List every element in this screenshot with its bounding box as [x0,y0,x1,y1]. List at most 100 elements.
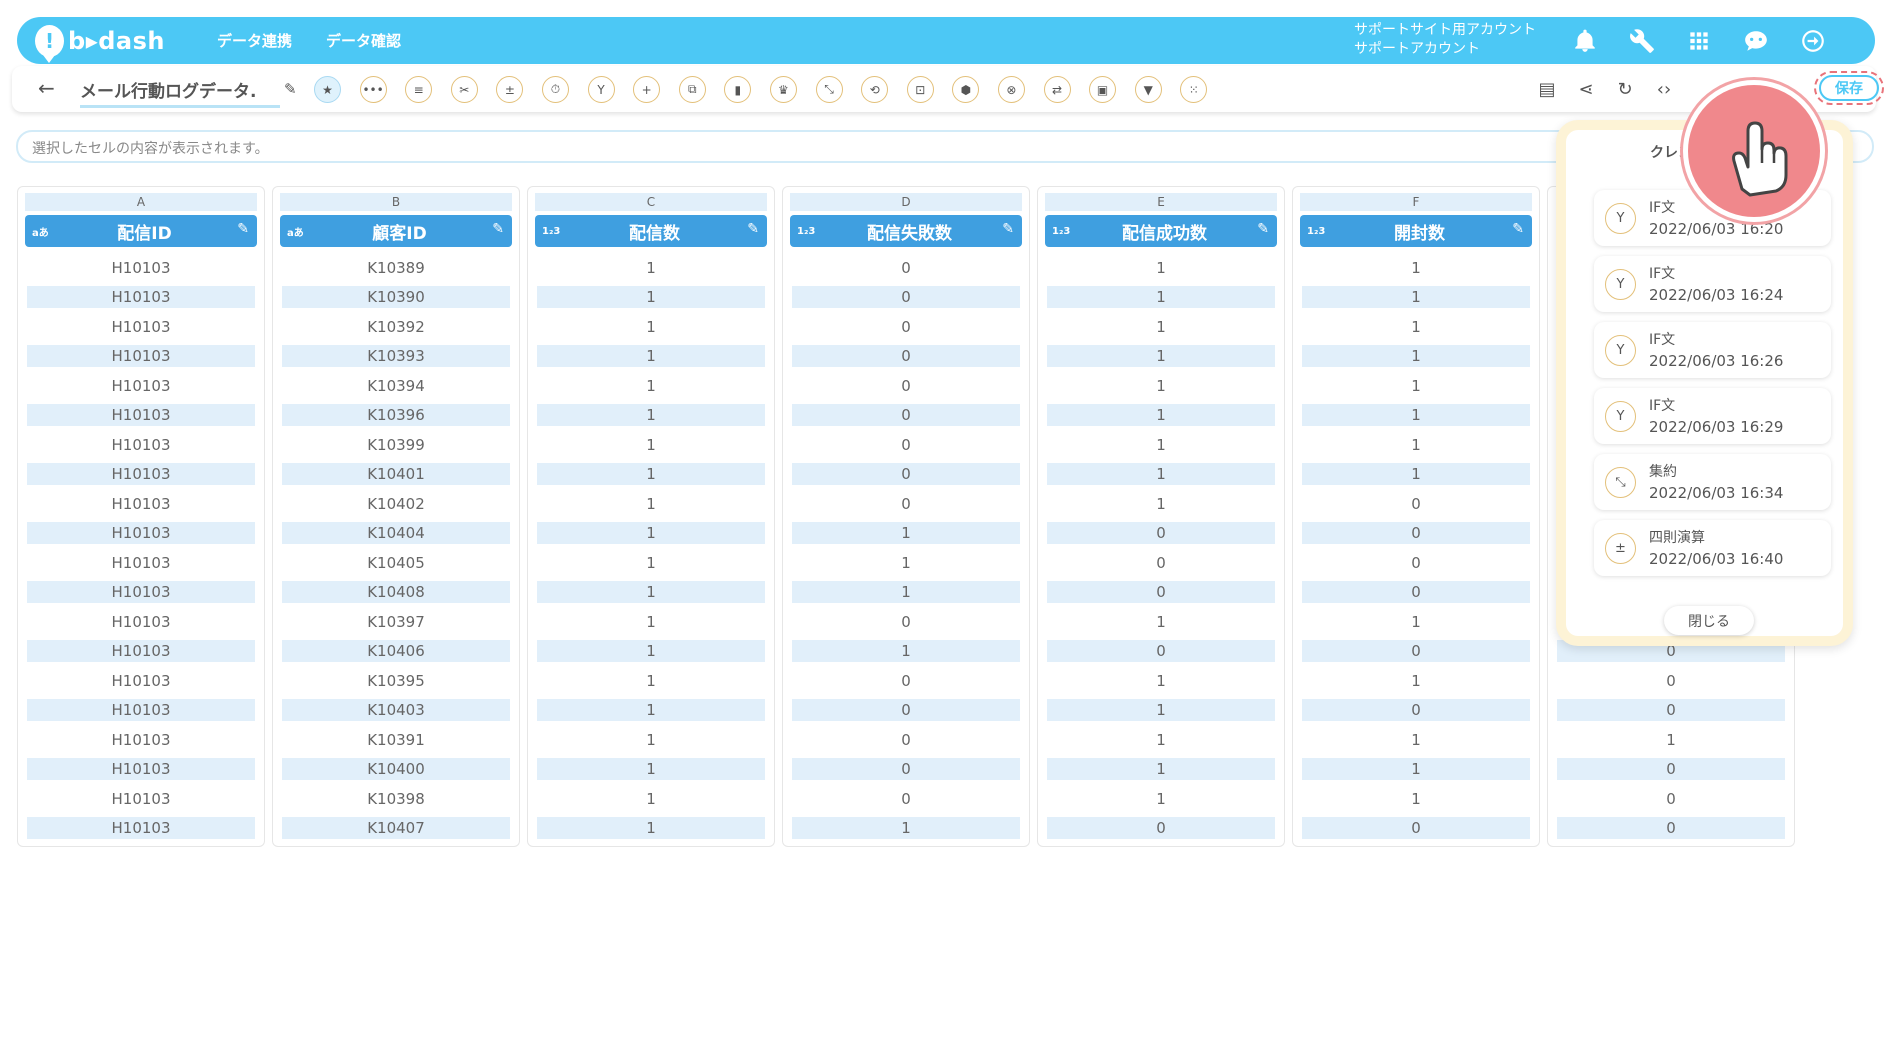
column-header[interactable]: aあ 配信ID ✎ [25,215,257,247]
table-cell[interactable]: 1 [790,519,1022,549]
table-cell[interactable]: 1 [1045,666,1277,696]
table-cell[interactable]: 0 [1045,519,1277,549]
table-cell[interactable]: 1 [1300,460,1532,490]
table-cell[interactable]: H10103 [25,460,257,490]
plus-icon[interactable]: + [633,76,661,103]
history-item[interactable]: ± 四則演算 2022/06/03 16:40 [1594,520,1831,576]
wrench-icon[interactable] [1629,28,1655,54]
table-cell[interactable]: 1 [1300,784,1532,814]
table-cell[interactable]: 0 [790,371,1022,401]
nav-data-integration[interactable]: データ連携 [217,30,292,51]
table-cell[interactable]: 1 [1045,460,1277,490]
table-cell[interactable]: 0 [790,784,1022,814]
column-letter[interactable]: D [790,193,1022,211]
table-cell[interactable]: 1 [535,253,767,283]
table-cell[interactable]: 1 [535,696,767,726]
table-cell[interactable]: H10103 [25,489,257,519]
table-cell[interactable]: 0 [1300,578,1532,608]
table-cell[interactable]: 0 [1300,814,1532,844]
table-cell[interactable]: 1 [1300,342,1532,372]
column-letter[interactable]: F [1300,193,1532,211]
table-cell[interactable]: 1 [1300,312,1532,342]
table-cell[interactable]: 1 [1045,489,1277,519]
table-cell[interactable]: 1 [535,607,767,637]
table-cell[interactable]: 1 [535,371,767,401]
copy-icon[interactable]: ⧉ [678,76,706,103]
table-cell[interactable]: 1 [1300,401,1532,431]
table-cell[interactable]: 1 [790,578,1022,608]
cancel-icon[interactable]: ⊗ [997,76,1025,103]
table-cell[interactable]: 1 [1045,342,1277,372]
table-cell[interactable]: K10402 [280,489,512,519]
edit-column-pencil-icon[interactable]: ✎ [492,221,504,237]
table-cell[interactable]: H10103 [25,814,257,844]
arithmetic-icon[interactable]: ± [496,76,524,103]
edit-column-pencil-icon[interactable]: ✎ [1002,221,1014,237]
box-icon[interactable]: ⬢ [952,76,980,103]
table-cell[interactable]: 1 [1045,371,1277,401]
table-cell[interactable]: 1 [535,725,767,755]
column-header[interactable]: 1₂3 配信失敗数 ✎ [790,215,1022,247]
column-letter[interactable]: E [1045,193,1277,211]
table-cell[interactable]: 0 [790,489,1022,519]
column-letter[interactable]: C [535,193,767,211]
close-button[interactable]: 閉じる [1664,606,1754,635]
data-title[interactable]: メール行動ログデータ. [80,77,280,108]
repeat-icon[interactable]: ⟲ [861,76,889,103]
table-cell[interactable]: K10394 [280,371,512,401]
history-item[interactable]: Y IF文 2022/06/03 16:29 [1594,388,1831,444]
table-cell[interactable]: H10103 [25,666,257,696]
table-cell[interactable]: H10103 [25,253,257,283]
translate-icon[interactable]: ⇄ [1043,76,1071,103]
column-header[interactable]: 1₂3 配信数 ✎ [535,215,767,247]
branch-icon[interactable]: Y [587,76,615,103]
table-cell[interactable]: 1 [1045,283,1277,313]
table-cell[interactable]: 0 [790,283,1022,313]
edit-column-pencil-icon[interactable]: ✎ [1257,221,1269,237]
table-cell[interactable]: H10103 [25,548,257,578]
edit-column-pencil-icon[interactable]: ✎ [237,221,249,237]
code-icon[interactable]: ‹› [1651,76,1677,102]
table-cell[interactable]: H10103 [25,342,257,372]
table-cell[interactable]: H10103 [25,696,257,726]
table-cell[interactable]: H10103 [25,312,257,342]
table-cell[interactable]: 1 [1045,755,1277,785]
table-cell[interactable]: 1 [535,666,767,696]
table-cell[interactable]: H10103 [25,755,257,785]
table-cell[interactable]: 1 [535,283,767,313]
scissors-tools-icon[interactable]: ✂ [450,76,478,103]
table-cell[interactable]: 1 [1045,725,1277,755]
column-header[interactable]: aあ 顧客ID ✎ [280,215,512,247]
table-cell[interactable]: K10399 [280,430,512,460]
table-cell[interactable]: 1 [535,489,767,519]
table-cell[interactable]: 1 [1300,371,1532,401]
table-cell[interactable]: 0 [1300,696,1532,726]
column-header[interactable]: 1₂3 配信成功数 ✎ [1045,215,1277,247]
table-cell[interactable]: H10103 [25,784,257,814]
table-cell[interactable]: K10405 [280,548,512,578]
logout-icon[interactable] [1800,28,1826,54]
filter-icon[interactable]: ▼ [1134,76,1162,103]
back-arrow-icon[interactable]: ← [38,76,55,100]
support-chat-icon[interactable] [1743,28,1769,54]
table-cell[interactable]: 1 [1300,725,1532,755]
table-cell[interactable]: 1 [535,519,767,549]
column-header[interactable]: 1₂3 開封数 ✎ [1300,215,1532,247]
bell-icon[interactable] [1572,28,1598,54]
favorite-star-icon[interactable]: ★ [314,76,341,103]
table-cell[interactable]: 0 [1045,637,1277,667]
table-cell[interactable]: 0 [790,666,1022,696]
table-cell[interactable]: 1 [535,312,767,342]
table-cell[interactable]: 1 [790,637,1022,667]
aggregate-icon[interactable]: ⤡ [815,76,843,103]
table-cell[interactable]: 1 [535,755,767,785]
table-cell[interactable]: 0 [1555,666,1787,696]
timer-icon[interactable]: ⏱ [541,76,569,103]
nav-data-check[interactable]: データ確認 [326,30,401,51]
table-cell[interactable]: K10397 [280,607,512,637]
trash-icon[interactable]: ▮ [724,76,752,103]
table-cell[interactable]: K10407 [280,814,512,844]
history-item[interactable]: Y IF文 2022/06/03 16:24 [1594,256,1831,312]
table-cell[interactable]: 1 [535,460,767,490]
table-cell[interactable]: 0 [1045,814,1277,844]
